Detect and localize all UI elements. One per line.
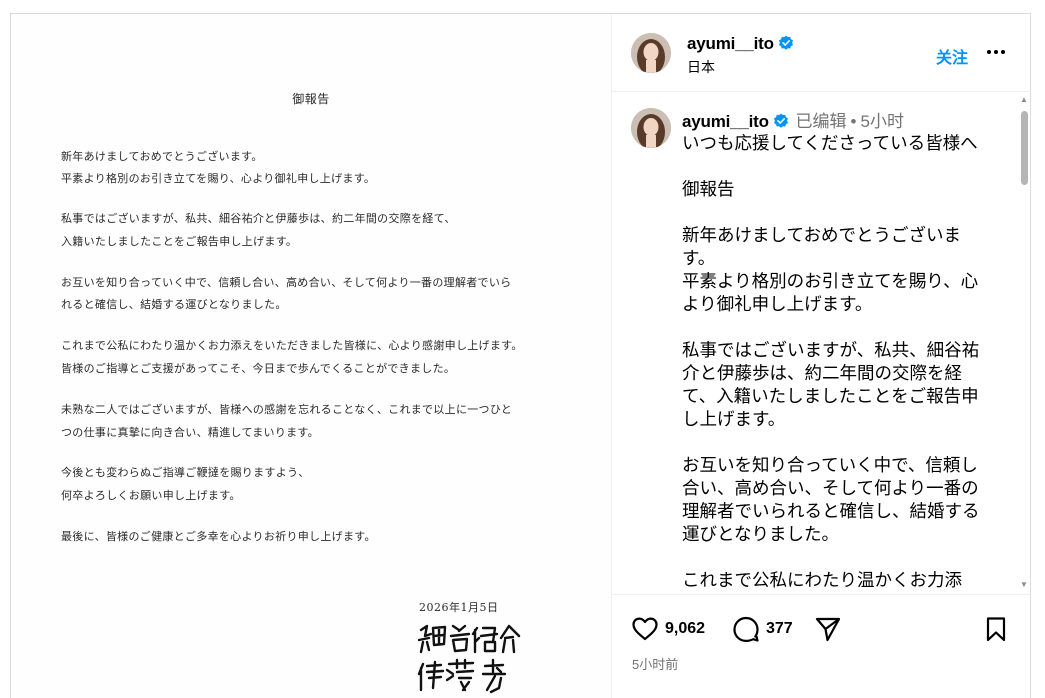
caption-meta: ayumi__ito 已编辑 • 5小时 [682,107,904,132]
meta-separator: • [850,112,857,131]
letter-line: 未熟な二人ではございますが、皆様への感謝を忘れることなく、これまで以上に一つひと [61,403,513,416]
header-location[interactable]: 日本 [687,57,715,77]
letter-line: つの仕事に真摯に向き合い、精進してまいります。 [61,426,319,439]
letter-line: お互いを知り合っていく中で、信頼し合い、高め合い、そして何より一番の理解者でいら [61,276,512,289]
scrollbar-thumb[interactable] [1021,111,1028,185]
scroll-down-arrow-icon[interactable]: ▼ [1020,581,1028,589]
letter-line: 私事ではございますが、私共、細谷祐介と伊藤歩は、約二年間の交際を経て、 [61,212,456,225]
letter-line: れると確信し、結婚する運びとなりました。 [61,298,287,311]
post-header: ayumi__ito 日本 关注 [612,14,1031,92]
comment-count[interactable]: 377 [766,620,793,638]
heart-icon [632,617,658,641]
letter-title: 御報告 [292,92,330,106]
caption-text: いつも応援してくださっている皆様へ 御報告 新年あけましておめでとうございます。… [682,133,980,590]
like-count[interactable]: 9,062 [665,620,705,638]
letter-date: 2026年1月5日 [419,601,499,614]
header-username[interactable]: ayumi__ito [687,34,794,54]
letter-line: 今後とも変わらぬご指導ご鞭撻を賜りますよう、 [61,466,310,479]
scroll-up-arrow-icon[interactable]: ▲ [1020,96,1028,104]
caption-username[interactable]: ayumi__ito [682,112,769,131]
verified-badge-icon [778,35,794,51]
bookmark-icon [986,617,1006,642]
letter-line: 入籍いたしましたことをご報告申し上げます。 [61,235,298,248]
post-frame: 御報告 新年あけましておめでとうございます。 平素より格別のお引き立てを賜り、心… [10,13,1031,698]
letter-line: 何卒よろしくお願い申し上げます。 [61,489,241,502]
comment-button[interactable]: 377 [732,614,793,644]
share-button[interactable] [814,614,842,644]
send-icon [815,617,841,642]
like-button[interactable]: 9,062 [631,614,705,644]
avatar[interactable] [631,33,671,73]
follow-button[interactable]: 关注 [936,44,968,68]
verified-badge-icon [773,113,789,129]
caption-scrollbar[interactable]: ▲ ▼ [1017,93,1031,593]
caption-scroll-area[interactable]: ayumi__ito 已编辑 • 5小时 いつも応援してくださっている皆様へ 御報告… [612,93,1031,593]
more-horizontal-icon[interactable] [985,41,1007,63]
edited-label: 已编辑 [795,112,847,131]
letter-line: 平素より格別のお引き立てを賜り、心より御礼申し上げます。 [61,172,376,185]
header-username-text[interactable]: ayumi__ito [687,34,774,53]
posted-time-ago[interactable]: 5小时前 [632,654,678,673]
post-actions: 9,062 377 5小时前 [612,594,1031,698]
letter-line: 皆様のご指導とご支援があってこそ、今日まで歩んでくることができました。 [61,362,456,375]
avatar[interactable] [631,108,671,148]
caption-time[interactable]: 5小时 [861,112,904,131]
comment-icon [733,616,759,642]
letter-line: 新年あけましておめでとうございます。 [61,150,263,163]
post-side-panel: ayumi__ito 日本 关注 ayumi__ito 已编辑 • 5小时 いつも応… [612,14,1031,698]
handwritten-signature [413,618,543,698]
post-image-letter: 御報告 新年あけましておめでとうございます。 平素より格別のお引き立てを賜り、心… [11,14,611,698]
letter-line: 最後に、皆様のご健康とご多幸を心よりお祈り申し上げます。 [61,530,376,543]
save-button[interactable] [982,614,1010,644]
letter-line: これまで公私にわたり温かくお力添えをいただきました皆様に、心より感謝申し上げます… [61,339,523,352]
